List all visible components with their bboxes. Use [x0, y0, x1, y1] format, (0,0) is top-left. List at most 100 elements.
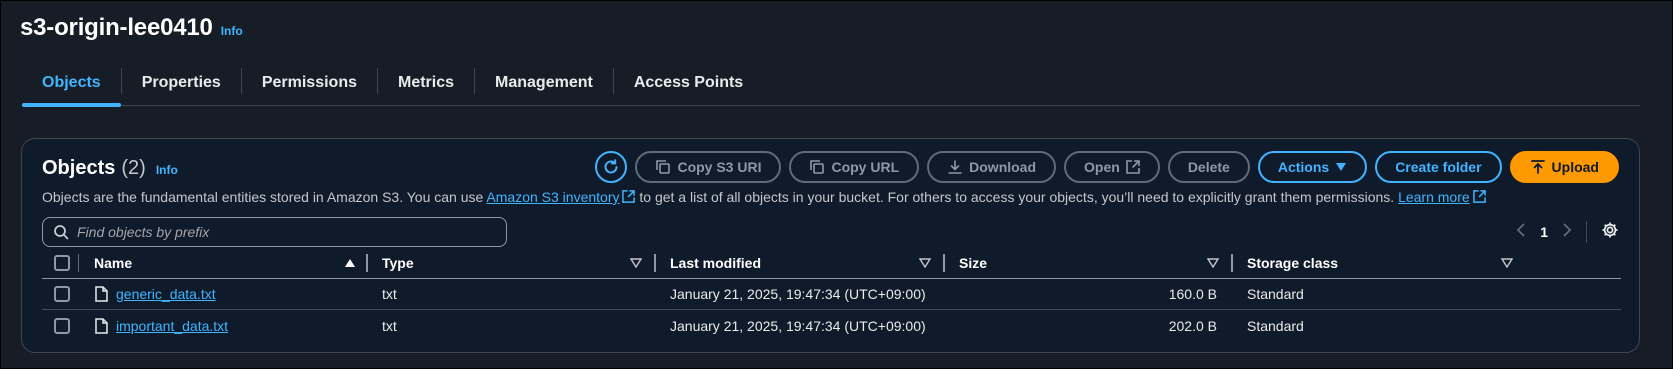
- external-link-icon: [622, 190, 636, 203]
- file-icon: [95, 279, 108, 309]
- sort-ascending-icon[interactable]: [344, 247, 356, 278]
- table-header-row: Name Type Last modified Size Storage cla…: [42, 247, 1621, 279]
- page-header: s3-origin-lee0410 Info: [20, 14, 243, 42]
- row-checkbox[interactable]: [54, 286, 70, 302]
- copy-s3-uri-button[interactable]: Copy S3 URI: [635, 151, 782, 183]
- search-input[interactable]: [77, 224, 497, 240]
- object-name-cell: generic_data.txt: [116, 279, 216, 309]
- column-resizer[interactable]: [366, 254, 368, 272]
- objects-table: Name Type Last modified Size Storage cla…: [42, 247, 1621, 341]
- sort-icon[interactable]: [919, 247, 931, 278]
- delete-label: Delete: [1187, 159, 1230, 175]
- copy-icon: [656, 160, 671, 174]
- row-select-cell: [54, 310, 70, 341]
- delete-button[interactable]: Delete: [1167, 151, 1250, 183]
- column-resizer[interactable]: [1231, 254, 1233, 272]
- description-text: Objects are the fundamental entities sto…: [42, 189, 484, 205]
- object-size: 160.0 B: [1168, 286, 1217, 302]
- upload-button[interactable]: Upload: [1509, 151, 1619, 183]
- create-folder-button[interactable]: Create folder: [1375, 151, 1502, 183]
- tab-permissions[interactable]: Permissions: [242, 66, 377, 106]
- tab-management[interactable]: Management: [475, 66, 613, 106]
- pager-divider: [1586, 221, 1587, 243]
- refresh-button[interactable]: [595, 151, 628, 183]
- row-checkbox[interactable]: [54, 317, 70, 334]
- tab-bar: Objects Properties Permissions Metrics M…: [22, 66, 1640, 107]
- object-last-modified: January 21, 2025, 19:47:34 (UTC+09:00): [670, 286, 926, 302]
- sort-icon[interactable]: [1501, 247, 1513, 278]
- actions-dropdown-button[interactable]: Actions: [1257, 151, 1368, 183]
- chevron-right-icon: [1563, 222, 1572, 237]
- external-link-icon: [1126, 160, 1140, 174]
- download-button[interactable]: Download: [927, 151, 1057, 183]
- bucket-title: s3-origin-lee0410: [20, 14, 213, 41]
- objects-title: Objects: [42, 157, 116, 179]
- description-text: to get a list of all objects in your buc…: [639, 189, 1395, 205]
- table-row: generic_data.txt txt January 21, 2025, 1…: [42, 279, 1621, 310]
- objects-description: Objects are the fundamental entities sto…: [42, 189, 1486, 205]
- chevron-left-icon: [1516, 222, 1525, 237]
- tab-properties[interactable]: Properties: [122, 66, 241, 106]
- object-name-cell: important_data.txt: [116, 310, 228, 341]
- sort-icon[interactable]: [1207, 247, 1219, 278]
- object-storage-class: Standard: [1247, 286, 1304, 302]
- create-folder-label: Create folder: [1395, 159, 1482, 175]
- select-all-checkbox[interactable]: [54, 254, 70, 271]
- objects-count: (2): [121, 157, 146, 179]
- sort-icon[interactable]: [630, 247, 642, 278]
- column-header-last-modified[interactable]: Last modified: [670, 247, 761, 278]
- refresh-icon: [604, 159, 618, 174]
- copy-icon: [810, 160, 825, 174]
- column-header-type[interactable]: Type: [382, 247, 414, 278]
- row-select-cell: [54, 279, 70, 309]
- table-row: important_data.txt txt January 21, 2025,…: [42, 310, 1621, 341]
- object-name-link[interactable]: generic_data.txt: [116, 286, 216, 302]
- tab-access-points[interactable]: Access Points: [614, 66, 763, 106]
- object-name-link[interactable]: important_data.txt: [116, 318, 228, 334]
- column-header-storage-class[interactable]: Storage class: [1247, 247, 1338, 278]
- preferences-button[interactable]: [1601, 221, 1619, 244]
- upload-icon: [1530, 160, 1545, 174]
- inventory-link[interactable]: Amazon S3 inventory: [486, 189, 636, 205]
- page-number[interactable]: 1: [1540, 224, 1548, 240]
- next-page-button[interactable]: [1562, 222, 1572, 242]
- column-divider: [78, 254, 79, 272]
- download-icon: [948, 160, 962, 174]
- object-last-modified: January 21, 2025, 19:47:34 (UTC+09:00): [670, 317, 926, 334]
- object-storage-class: Standard: [1247, 317, 1304, 334]
- object-type: txt: [382, 317, 397, 334]
- object-size: 202.0 B: [1168, 317, 1217, 334]
- column-header-size[interactable]: Size: [959, 247, 987, 278]
- gear-icon: [1602, 222, 1618, 237]
- bucket-info-link[interactable]: Info: [221, 24, 243, 38]
- external-link-icon: [1472, 190, 1486, 203]
- learn-more-link[interactable]: Learn more: [1398, 189, 1486, 205]
- copy-url-button[interactable]: Copy URL: [789, 151, 920, 183]
- select-all-cell: [54, 247, 70, 278]
- previous-page-button[interactable]: [1516, 222, 1526, 242]
- upload-label: Upload: [1551, 159, 1599, 175]
- tab-objects[interactable]: Objects: [22, 66, 121, 107]
- object-type: txt: [382, 286, 397, 302]
- learn-more-label: Learn more: [1398, 189, 1470, 205]
- objects-info-link[interactable]: Info: [156, 163, 178, 177]
- file-icon: [95, 310, 108, 341]
- copy-s3-uri-label: Copy S3 URI: [677, 159, 762, 175]
- search-icon: [54, 225, 69, 240]
- open-label: Open: [1084, 159, 1120, 175]
- download-label: Download: [969, 159, 1037, 175]
- pagination: 1: [1516, 217, 1619, 247]
- search-box: [42, 217, 507, 247]
- caret-down-icon: [1336, 163, 1347, 171]
- open-button[interactable]: Open: [1064, 151, 1160, 183]
- inventory-link-label: Amazon S3 inventory: [486, 189, 620, 205]
- objects-panel-header: Objects (2) Info: [42, 157, 178, 180]
- column-header-name[interactable]: Name: [94, 247, 132, 278]
- tab-metrics[interactable]: Metrics: [378, 66, 474, 106]
- column-resizer[interactable]: [943, 254, 945, 272]
- actions-label: Actions: [1277, 159, 1330, 175]
- column-resizer[interactable]: [654, 254, 656, 272]
- objects-panel: Objects (2) Info Copy S3 URI Copy URL Do…: [21, 138, 1640, 353]
- objects-toolbar: Copy S3 URI Copy URL Download Open Delet…: [595, 151, 1619, 183]
- copy-url-label: Copy URL: [831, 159, 900, 175]
